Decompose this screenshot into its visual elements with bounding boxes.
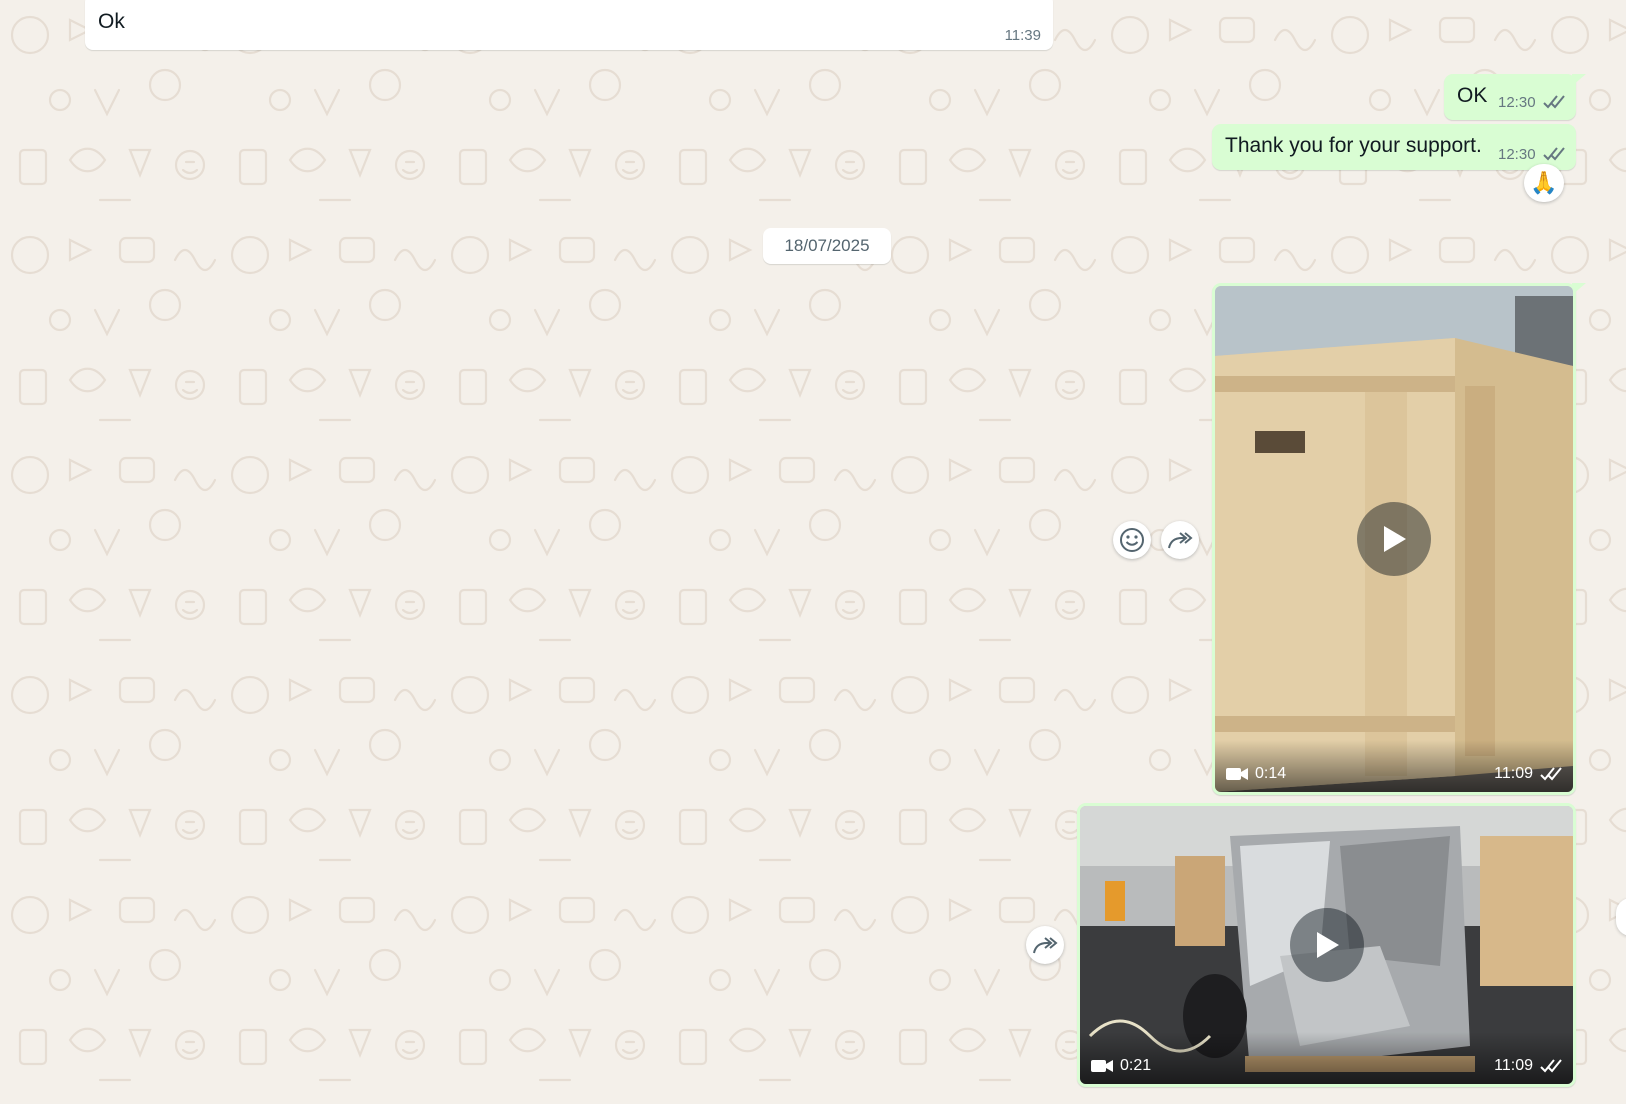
play-icon <box>1384 526 1406 552</box>
smiley-icon <box>1120 528 1144 552</box>
forward-icon <box>1168 532 1193 549</box>
date-separator: 18/07/2025 <box>763 228 891 264</box>
message-time: 11:39 <box>1004 27 1041 44</box>
video-camera-icon <box>1226 768 1248 780</box>
video-camera-icon <box>1091 1060 1113 1072</box>
video-timestamp: 11:09 <box>1494 765 1565 783</box>
forward-button[interactable] <box>1026 926 1064 964</box>
forward-icon <box>1033 937 1058 954</box>
video-duration: 0:21 <box>1090 1057 1151 1075</box>
video-duration-text: 0:14 <box>1255 765 1287 782</box>
play-button[interactable] <box>1290 908 1364 982</box>
message-time: 12:30 <box>1498 146 1536 163</box>
video-message[interactable]: 0:14 11:09 <box>1212 283 1586 795</box>
double-check-icon <box>1543 95 1565 109</box>
message-reaction[interactable]: 🙏 <box>1524 164 1564 202</box>
double-check-icon <box>1543 147 1565 161</box>
play-button[interactable] <box>1357 502 1431 576</box>
video-duration-text: 0:21 <box>1120 1057 1152 1074</box>
video-timestamp: 11:09 <box>1494 1057 1565 1075</box>
video-time-text: 11:09 <box>1494 1057 1533 1074</box>
incoming-message[interactable]: Ok 11:39 <box>85 0 1053 50</box>
video-thumbnail[interactable]: 0:21 11:09 <box>1080 806 1573 1084</box>
video-message[interactable]: 0:21 11:09 <box>1077 803 1576 1087</box>
forward-button[interactable] <box>1161 521 1199 559</box>
outgoing-message[interactable]: OK 12:30 <box>1444 74 1586 120</box>
react-button[interactable] <box>1113 521 1151 559</box>
play-icon <box>1317 932 1339 958</box>
message-time: 12:30 <box>1498 94 1536 111</box>
message-text: OK <box>1457 84 1488 107</box>
outgoing-message[interactable]: Thank you for your support. 12:30 <box>1212 124 1576 170</box>
message-text: Thank you for your support. <box>1225 134 1482 157</box>
video-duration: 0:14 <box>1225 765 1286 783</box>
video-time-text: 11:09 <box>1494 765 1533 782</box>
video-thumbnail[interactable]: 0:14 11:09 <box>1215 286 1573 792</box>
double-check-icon <box>1540 1059 1562 1073</box>
message-text: Ok <box>98 10 125 33</box>
double-check-icon <box>1540 767 1562 781</box>
